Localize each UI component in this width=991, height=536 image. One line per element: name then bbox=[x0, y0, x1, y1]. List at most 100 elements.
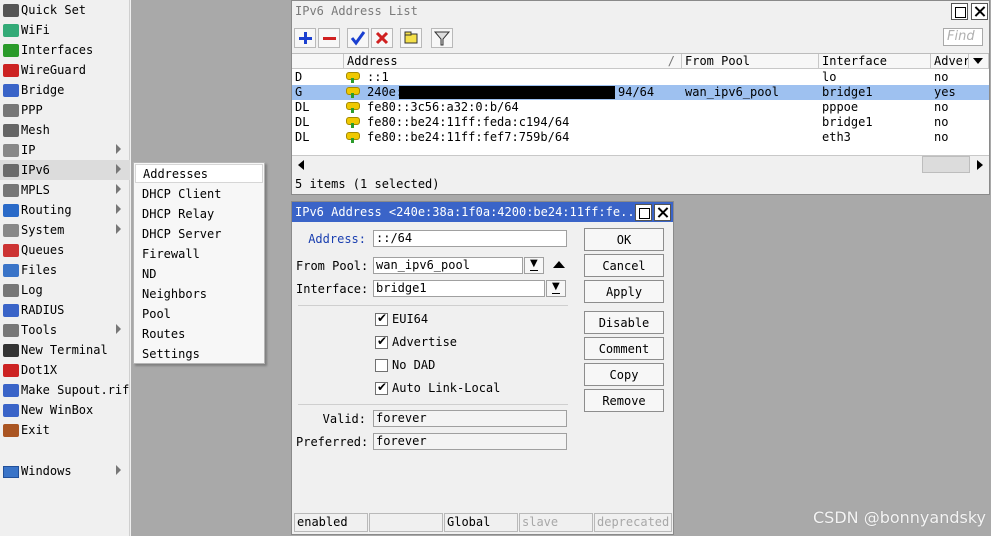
from-pool-select[interactable]: wan_ipv6_pool bbox=[373, 257, 523, 274]
disable-button[interactable] bbox=[371, 28, 393, 48]
menu-item-ppp[interactable]: PPP bbox=[0, 100, 130, 120]
row-address: fe80::3c56:a32:0:b/64 bbox=[367, 100, 519, 114]
address-window-titlebar[interactable]: IPv6 Address <240e:38a:1f0a:4200:be24:11… bbox=[292, 202, 673, 222]
submenu-item-nd[interactable]: ND bbox=[135, 264, 263, 283]
menu-item-files[interactable]: Files bbox=[0, 260, 130, 280]
column-header-advertise[interactable]: Adver bbox=[931, 54, 969, 69]
submenu-item-neighbors[interactable]: Neighbors bbox=[135, 284, 263, 303]
menu-item-mpls[interactable]: MPLS bbox=[0, 180, 130, 200]
copy-button[interactable]: Copy bbox=[584, 363, 664, 386]
advertise-checkbox[interactable] bbox=[375, 334, 388, 349]
redacted-block bbox=[399, 86, 615, 99]
column-header-interface[interactable]: Interface bbox=[819, 54, 931, 69]
submenu-arrow-icon bbox=[116, 324, 121, 334]
table-row[interactable]: DL fe80::be24:11ff:feda:c194/64 bridge1 no bbox=[292, 115, 989, 130]
menu-item-log[interactable]: Log bbox=[0, 280, 130, 300]
menu-item-wifi[interactable]: WiFi bbox=[0, 20, 130, 40]
row-from-pool: wan_ipv6_pool bbox=[685, 85, 779, 99]
comment-button[interactable]: Comment bbox=[584, 337, 664, 360]
submenu-arrow-icon bbox=[116, 465, 121, 475]
comment-button[interactable] bbox=[400, 28, 422, 48]
address-icon bbox=[346, 102, 360, 113]
watermark: CSDN @bonnyandsky bbox=[813, 508, 986, 527]
address-input[interactable]: ::/64 bbox=[373, 230, 567, 247]
enable-button[interactable] bbox=[347, 28, 369, 48]
ipv6-submenu: Addresses DHCP Client DHCP Relay DHCP Serve… bbox=[133, 162, 265, 364]
menu-item-radius[interactable]: RADIUS bbox=[0, 300, 130, 320]
submenu-item-routes[interactable]: Routes bbox=[135, 324, 263, 343]
table-row[interactable]: DL fe80::be24:11ff:fef7:759b/64 eth3 no bbox=[292, 130, 989, 145]
status-deprecated: deprecated bbox=[594, 513, 672, 532]
interface-dropdown-button[interactable] bbox=[546, 280, 566, 297]
eui64-checkbox[interactable] bbox=[375, 311, 388, 326]
disable-button[interactable]: Disable bbox=[584, 311, 664, 334]
list-window-title: IPv6 Address List bbox=[295, 4, 418, 18]
filter-icon bbox=[433, 31, 451, 46]
submenu-arrow-icon bbox=[116, 144, 121, 154]
table-row[interactable]: D::1 lo no bbox=[292, 70, 989, 85]
find-input[interactable]: Find bbox=[943, 28, 983, 46]
add-button[interactable] bbox=[294, 28, 316, 48]
submenu-item-dhcp-relay[interactable]: DHCP Relay bbox=[135, 204, 263, 223]
auto-link-local-checkbox[interactable] bbox=[375, 380, 388, 395]
from-pool-dropdown-button[interactable] bbox=[524, 257, 544, 274]
cancel-button[interactable]: Cancel bbox=[584, 254, 664, 277]
interface-select[interactable]: bridge1 bbox=[373, 280, 545, 297]
menu-item-dot1x[interactable]: Dot1X bbox=[0, 360, 130, 380]
menu-item-new-winbox[interactable]: New WinBox bbox=[0, 400, 130, 420]
no-dad-checkbox[interactable] bbox=[375, 359, 388, 372]
row-advertise: no bbox=[934, 100, 949, 114]
table-row[interactable]: G 240e: 94/64 wan_ipv6_pool bridge1 yes bbox=[292, 85, 989, 100]
list-status: 5 items (1 selected) bbox=[295, 177, 440, 191]
remove-button[interactable]: Remove bbox=[584, 389, 664, 412]
menu-item-exit[interactable]: Exit bbox=[0, 420, 130, 440]
submenu-item-dhcp-client[interactable]: DHCP Client bbox=[135, 184, 263, 203]
maximize-button[interactable] bbox=[635, 204, 652, 221]
submenu-item-settings[interactable]: Settings bbox=[135, 344, 263, 363]
submenu-item-dhcp-server[interactable]: DHCP Server bbox=[135, 224, 263, 243]
row-interface: pppoe bbox=[822, 100, 859, 114]
scroll-right-icon[interactable] bbox=[977, 160, 983, 170]
submenu-arrow-icon bbox=[116, 164, 121, 174]
eui64-label: EUI64 bbox=[392, 312, 429, 326]
table-row[interactable]: DL fe80::3c56:a32:0:b/64 pppoe no bbox=[292, 100, 989, 115]
menu-item-windows[interactable]: Windows bbox=[0, 461, 130, 481]
submenu-item-pool[interactable]: Pool bbox=[135, 304, 263, 323]
ipv6-address-window: IPv6 Address <240e:38a:1f0a:4200:be24:11… bbox=[291, 201, 674, 535]
ok-button[interactable]: OK bbox=[584, 228, 664, 251]
menu-item-new-terminal[interactable]: New Terminal bbox=[0, 340, 130, 360]
menu-item-tools[interactable]: Tools bbox=[0, 320, 130, 340]
submenu-item-addresses[interactable]: Addresses bbox=[135, 164, 263, 183]
menu-item-wireguard[interactable]: WireGuard bbox=[0, 60, 130, 80]
list-window-titlebar[interactable]: IPv6 Address List bbox=[292, 1, 989, 21]
menu-item-ip[interactable]: IP bbox=[0, 140, 130, 160]
scroll-left-icon[interactable] bbox=[298, 160, 304, 170]
close-button[interactable] bbox=[654, 204, 671, 221]
column-header-address[interactable]: Address / bbox=[344, 54, 682, 69]
horizontal-scrollbar[interactable] bbox=[292, 155, 989, 173]
menu-item-quick-set[interactable]: Quick Set bbox=[0, 0, 130, 20]
column-menu-button[interactable] bbox=[969, 54, 989, 69]
menu-item-mesh[interactable]: Mesh bbox=[0, 120, 130, 140]
collapse-up-icon[interactable] bbox=[553, 261, 565, 268]
apply-button[interactable]: Apply bbox=[584, 280, 664, 303]
radius-icon bbox=[3, 304, 19, 317]
scroll-thumb[interactable] bbox=[922, 156, 970, 173]
menu-item-bridge[interactable]: Bridge bbox=[0, 80, 130, 100]
remove-button[interactable] bbox=[318, 28, 340, 48]
column-header-flags[interactable] bbox=[292, 54, 344, 69]
menu-item-routing[interactable]: Routing bbox=[0, 200, 130, 220]
filter-button[interactable] bbox=[431, 28, 453, 48]
close-button[interactable] bbox=[971, 3, 988, 20]
menu-item-system[interactable]: System bbox=[0, 220, 130, 240]
address-window-title: IPv6 Address <240e:38a:1f0a:4200:be24:11… bbox=[295, 205, 642, 219]
address-icon bbox=[346, 87, 360, 98]
menu-item-queues[interactable]: Queues bbox=[0, 240, 130, 260]
menu-item-ipv6[interactable]: IPv6 bbox=[0, 160, 130, 180]
menu-item-make-supout-rif[interactable]: Make Supout.rif bbox=[0, 380, 130, 400]
maximize-button[interactable] bbox=[951, 3, 968, 20]
menu-item-interfaces[interactable]: Interfaces bbox=[0, 40, 130, 60]
ipv6-address-list-window: IPv6 Address List Find Address / From Poo… bbox=[291, 0, 990, 195]
submenu-item-firewall[interactable]: Firewall bbox=[135, 244, 263, 263]
column-header-from-pool[interactable]: From Pool bbox=[682, 54, 819, 69]
